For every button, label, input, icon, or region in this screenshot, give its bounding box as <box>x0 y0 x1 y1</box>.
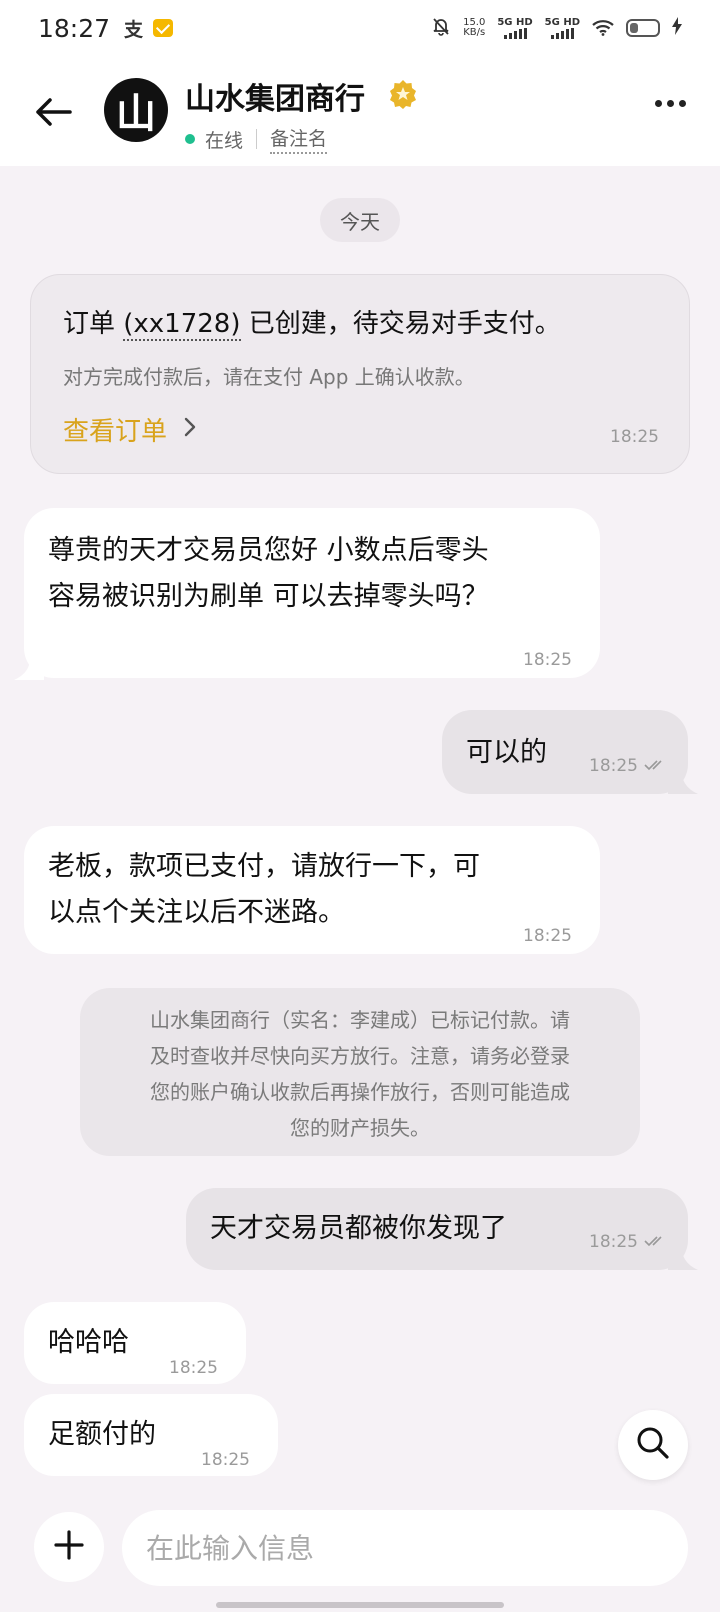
wifi-icon <box>592 20 614 36</box>
bubble-tail <box>668 1244 698 1270</box>
order-id[interactable]: (xx1728) <box>123 309 241 341</box>
message-time: 18:25 <box>201 1450 250 1470</box>
order-card: 订单 (xx1728) 已创建，待交易对手支付。 对方完成付款后，请在支付 Ap… <box>30 274 690 474</box>
back-arrow-icon[interactable] <box>34 92 74 132</box>
battery-level <box>630 23 638 33</box>
order-title-post: 已创建，待交易对手支付。 <box>240 309 561 339</box>
verified-badge-icon <box>387 78 419 110</box>
battery-icon <box>626 19 660 37</box>
message-text: 天才交易员都被你发现了 <box>210 1213 507 1244</box>
message-incoming[interactable]: 老板，款项已支付，请放行一下，可 以点个关注以后不迷路。 18:25 <box>24 826 600 954</box>
system-notice-line: 您的财产损失。 <box>290 1116 430 1140</box>
status-right-icons: 15.0 KB/s 5G HD 5G HD <box>431 16 682 41</box>
message-time: 18:25 <box>589 1220 666 1265</box>
online-indicator <box>185 134 195 144</box>
search-icon <box>635 1425 671 1465</box>
bell-muted-icon <box>431 16 451 41</box>
message-incoming[interactable]: 尊贵的天才交易员您好 小数点后零头 容易被识别为刷单 可以去掉零头吗？ 18:2… <box>24 508 600 678</box>
signal-bars-icon <box>503 28 527 39</box>
view-order-label: 查看订单 <box>63 417 168 447</box>
page-title[interactable]: 山水集团商行 <box>185 74 365 118</box>
status-left-icons: 支 <box>124 15 174 42</box>
avatar[interactable]: 山 <box>104 78 168 142</box>
more-dots-icon[interactable] <box>655 100 686 107</box>
message-time: 18:25 <box>169 1358 218 1378</box>
remark-link[interactable]: 备注名 <box>270 124 328 154</box>
signal-2-label: 5G HD <box>544 17 580 28</box>
message-incoming[interactable]: 足额付的 18:25 <box>24 1394 278 1476</box>
signal-bars-icon <box>550 28 574 39</box>
order-subtitle: 对方完成付款后，请在支付 App 上确认收款。 <box>63 365 475 389</box>
network-speed-unit: KB/s <box>463 27 486 38</box>
message-outgoing[interactable]: 可以的 18:25 <box>442 710 688 794</box>
message-text-line: 以点个关注以后不迷路。 <box>48 897 345 928</box>
alipay-icon: 支 <box>124 18 144 41</box>
message-text: 足额付的 <box>48 1419 156 1450</box>
system-notice-line: 您的账户确认收款后再操作放行，否则可能造成 <box>150 1080 570 1104</box>
message-text-line: 尊贵的天才交易员您好 小数点后零头 <box>48 535 489 566</box>
network-speed: 15.0 KB/s <box>463 18 485 38</box>
message-composer <box>0 1496 720 1612</box>
message-time: 18:25 <box>589 744 666 789</box>
status-row: 在线 备注名 <box>185 124 328 154</box>
signal-2: 5G HD <box>545 17 580 39</box>
signal-1: 5G HD <box>497 17 533 39</box>
home-indicator[interactable] <box>216 1602 504 1608</box>
bubble-tail <box>14 654 44 680</box>
status-bar: 18:27 支 15.0 KB/s 5G HD 5G HD <box>0 0 720 56</box>
message-text: 可以的 <box>466 737 547 768</box>
signal-1-label: 5G HD <box>497 17 533 28</box>
divider <box>256 129 258 149</box>
message-text: 哈哈哈 <box>48 1327 129 1358</box>
system-notice-line: 山水集团商行（实名：李建成）已标记付款。请 <box>150 1008 570 1032</box>
system-notice-line: 及时查收并尽快向买方放行。注意，请务必登录 <box>150 1044 570 1068</box>
message-incoming[interactable]: 哈哈哈 18:25 <box>24 1302 246 1384</box>
order-title-pre: 订单 <box>63 309 124 339</box>
message-time-text: 18:25 <box>589 1232 638 1252</box>
message-text-line: 容易被识别为刷单 可以去掉零头吗？ <box>48 581 489 612</box>
message-text-line: 老板，款项已支付，请放行一下，可 <box>48 851 480 882</box>
search-button[interactable] <box>618 1410 688 1480</box>
chat-header: 山 山水集团商行 在线 备注名 <box>0 56 720 166</box>
message-time: 18:25 <box>523 926 572 946</box>
bubble-tail <box>668 768 698 794</box>
message-outgoing[interactable]: 天才交易员都被你发现了 18:25 <box>186 1188 688 1270</box>
double-check-icon <box>644 1220 666 1265</box>
double-check-icon <box>644 744 666 789</box>
system-notice: 山水集团商行（实名：李建成）已标记付款。请 及时查收并尽快向买方放行。注意，请务… <box>80 988 640 1156</box>
charging-icon <box>672 17 682 39</box>
chevron-right-icon <box>183 415 197 445</box>
order-time: 18:25 <box>610 427 659 447</box>
message-time-text: 18:25 <box>589 756 638 776</box>
message-input[interactable] <box>122 1510 688 1586</box>
mail-notification-icon <box>153 19 174 37</box>
online-status: 在线 <box>205 129 244 152</box>
date-separator: 今天 <box>320 198 400 242</box>
view-order-link[interactable]: 查看订单 <box>63 411 197 448</box>
plus-icon <box>54 1530 84 1564</box>
add-attachment-button[interactable] <box>34 1512 104 1582</box>
message-time: 18:25 <box>523 650 572 670</box>
status-time: 18:27 <box>38 13 111 43</box>
order-title: 订单 (xx1728) 已创建，待交易对手支付。 <box>63 303 561 341</box>
